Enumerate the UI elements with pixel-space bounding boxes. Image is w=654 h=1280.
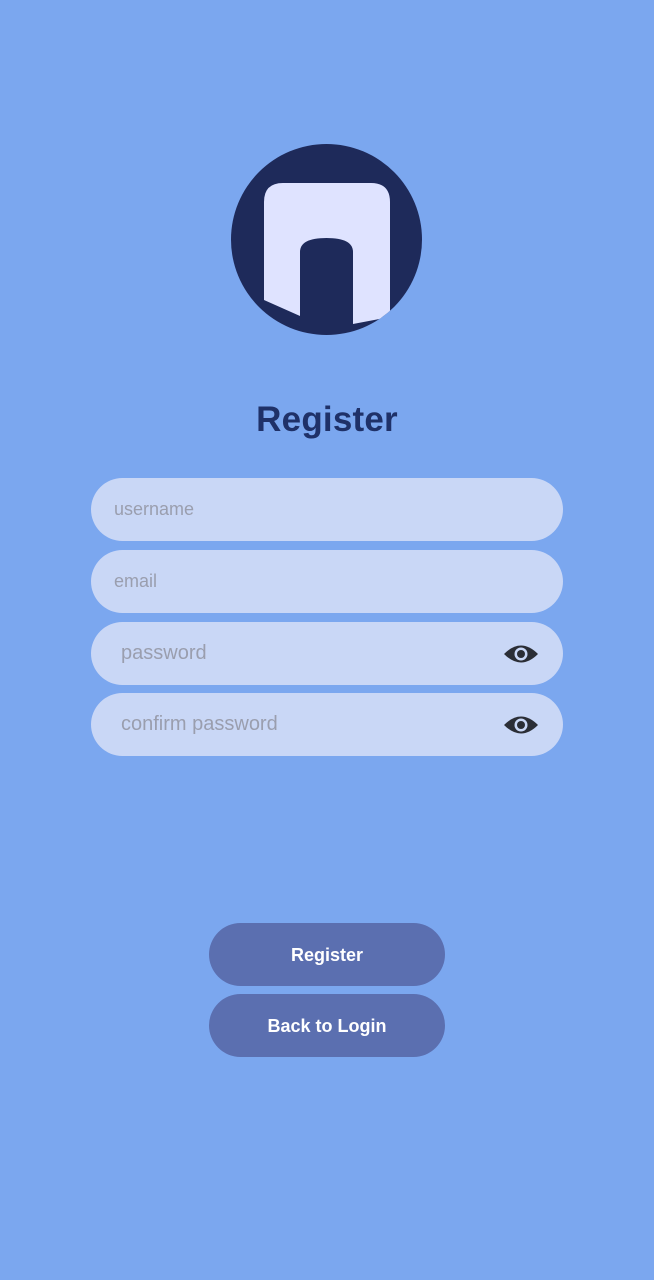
- back-to-login-button[interactable]: Back to Login: [209, 994, 445, 1057]
- m-logo-icon: [264, 183, 390, 324]
- username-input[interactable]: [91, 478, 563, 541]
- eye-icon[interactable]: [503, 639, 539, 669]
- register-button[interactable]: Register: [209, 923, 445, 986]
- email-input[interactable]: [91, 550, 563, 613]
- password-input[interactable]: [91, 622, 563, 685]
- password-field: [91, 622, 563, 685]
- page-title: Register: [256, 400, 398, 439]
- username-field: [91, 478, 563, 541]
- confirm-password-field: [91, 693, 563, 756]
- app-logo: [231, 144, 422, 335]
- register-screen: Register Register Back to Login: [0, 0, 654, 1280]
- confirm-password-input[interactable]: [91, 693, 563, 756]
- eye-icon[interactable]: [503, 710, 539, 740]
- email-field: [91, 550, 563, 613]
